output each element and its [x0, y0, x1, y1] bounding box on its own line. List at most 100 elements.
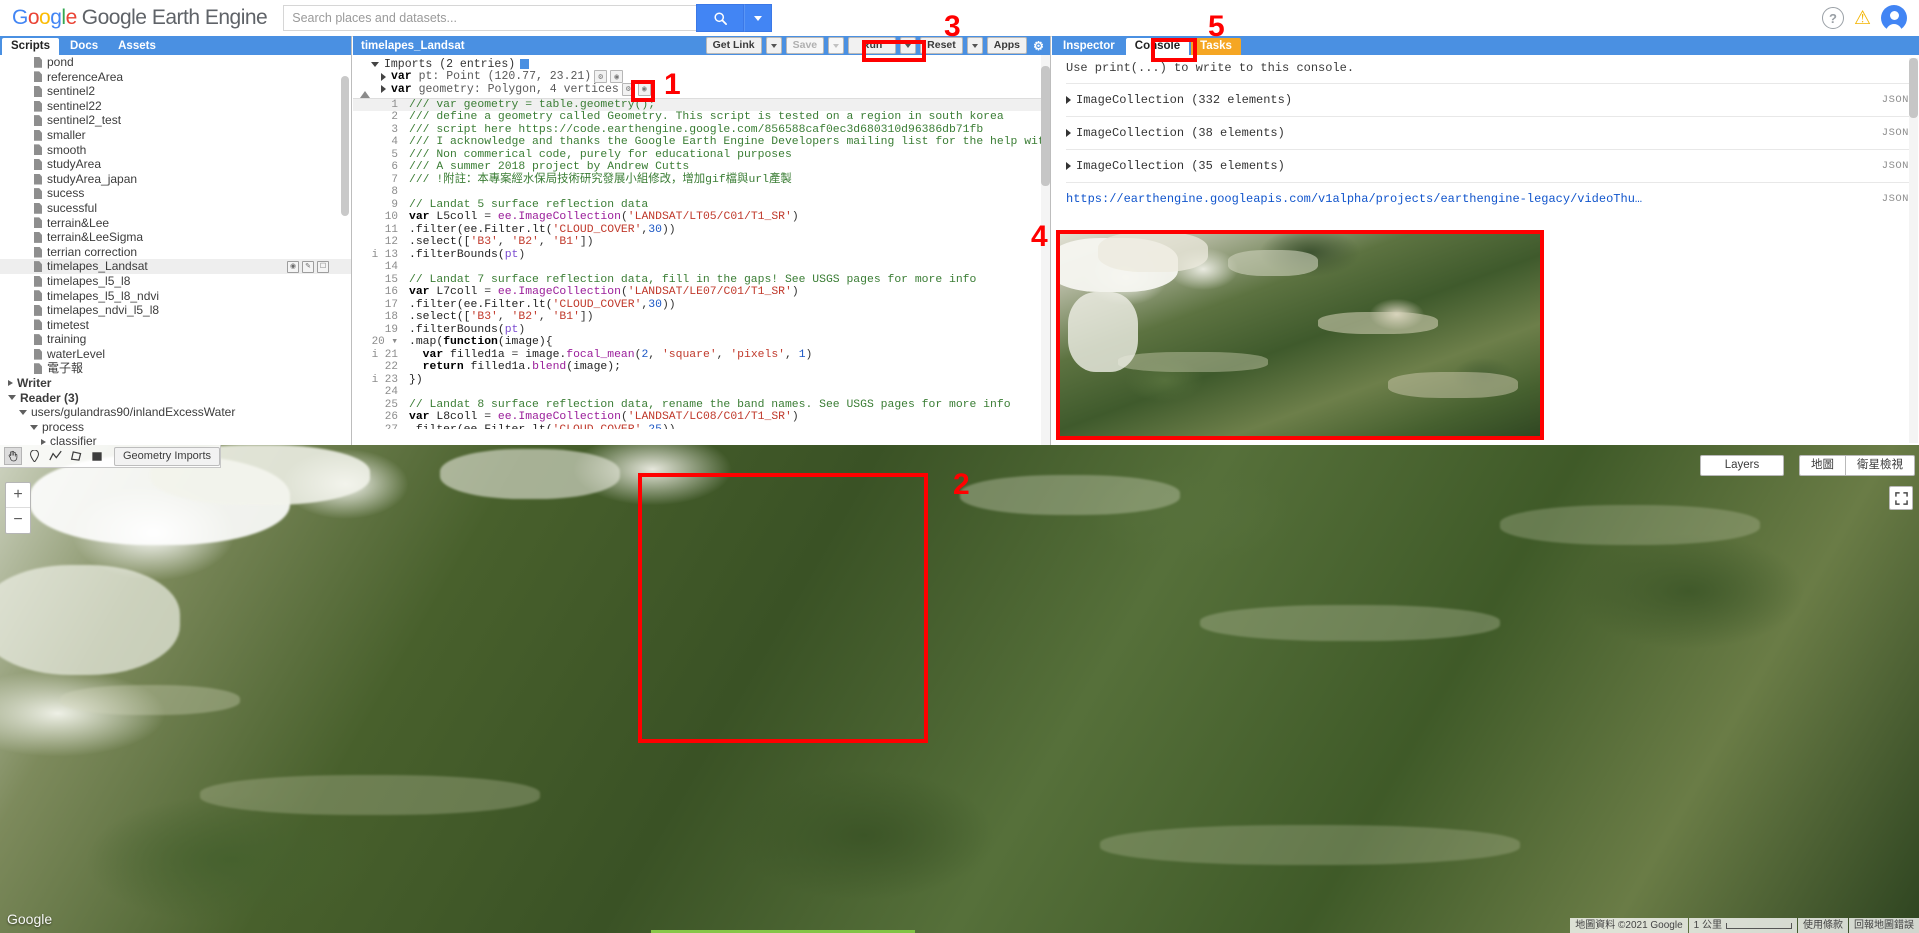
- code-line[interactable]: 24: [353, 386, 1050, 399]
- layers-button[interactable]: Layers: [1700, 455, 1784, 476]
- script-item[interactable]: studyArea: [0, 157, 351, 172]
- import-layer-icon[interactable]: ◉: [610, 70, 624, 84]
- code-line[interactable]: 4 /// I acknowledge and thanks the Google…: [353, 136, 1050, 149]
- code-line[interactable]: 15 // Landat 7 surface reflection data, f…: [353, 274, 1050, 287]
- tab-tasks[interactable]: Tasks: [1191, 38, 1241, 55]
- script-item[interactable]: pond: [0, 55, 351, 70]
- script-item[interactable]: terrain&LeeSigma: [0, 230, 351, 245]
- code-line[interactable]: 9 // Landat 5 surface reflection data: [353, 199, 1050, 212]
- geometry-import-layer-button[interactable]: ◉: [637, 82, 651, 96]
- point-marker-icon[interactable]: [25, 447, 43, 465]
- editor-scrollbar-thumb[interactable]: [1041, 66, 1050, 186]
- earth-engine-logo[interactable]: Google Google Earth Engine: [12, 6, 268, 30]
- code-line[interactable]: 10 var L5coll = ee.ImageCollection('LANDS…: [353, 211, 1050, 224]
- code-line[interactable]: 5 /// Non commerical code, purely for edu…: [353, 149, 1050, 162]
- script-item[interactable]: waterLevel: [0, 347, 351, 362]
- code-area[interactable]: 1 /// var geometry = table.geometry(); 2 //…: [353, 98, 1050, 429]
- script-item[interactable]: terrain&Lee: [0, 216, 351, 231]
- code-line[interactable]: 1 /// var geometry = table.geometry();: [353, 98, 1050, 112]
- code-line[interactable]: 22 return filled1a.blend(image);: [353, 361, 1050, 374]
- code-line[interactable]: 17 .filter(ee.Filter.lt('CLOUD_COVER',30)…: [353, 299, 1050, 312]
- tab-docs[interactable]: Docs: [61, 38, 107, 55]
- map-terms-link[interactable]: 使用條款: [1798, 918, 1848, 933]
- script-item[interactable]: sucess: [0, 186, 351, 201]
- console-row[interactable]: ImageCollection (38 elements) JSON: [1066, 116, 1909, 149]
- code-line[interactable]: 7 /// !附註：本專案經水保局技術研究發展小組修改，增加gif檔與url產製: [353, 174, 1050, 187]
- line-icon[interactable]: [46, 447, 64, 465]
- script-item[interactable]: smaller: [0, 128, 351, 143]
- script-item[interactable]: sucessful: [0, 201, 351, 216]
- import-settings-icon[interactable]: ⚙: [594, 70, 608, 84]
- script-item[interactable]: timelapes_ndvi_l5_l8: [0, 303, 351, 318]
- script-item[interactable]: smooth: [0, 143, 351, 158]
- import-entry-pt[interactable]: var pt: Point (120.77, 23.21) ⚙ ◉: [353, 70, 1050, 84]
- save-button[interactable]: Save: [785, 37, 825, 54]
- imports-header-row[interactable]: Imports (2 entries): [353, 58, 1050, 71]
- map-report-error-link[interactable]: 回報地圖錯誤: [1849, 918, 1919, 933]
- search-icon[interactable]: [696, 4, 745, 32]
- get-link-button[interactable]: Get Link: [705, 37, 762, 54]
- run-button[interactable]: Run: [848, 37, 897, 54]
- tab-assets[interactable]: Assets: [109, 38, 165, 55]
- code-line[interactable]: 11 .filter(ee.Filter.lt('CLOUD_COVER',30)…: [353, 224, 1050, 237]
- scripts-list[interactable]: pond referenceArea sentinel2 sentinel22 sent…: [0, 55, 351, 445]
- polygon-icon[interactable]: [67, 447, 85, 465]
- code-line[interactable]: 20 ▾ .map(function(image){: [353, 336, 1050, 349]
- script-item[interactable]: sentinel2: [0, 84, 351, 99]
- gear-icon[interactable]: ⚙: [1031, 38, 1046, 53]
- console-thumbnail-url[interactable]: https://earthengine.googleapis.com/v1alp…: [1066, 192, 1642, 206]
- reset-dropdown[interactable]: [966, 37, 983, 54]
- run-dropdown[interactable]: [900, 37, 917, 54]
- script-item[interactable]: timetest: [0, 318, 351, 333]
- save-dropdown[interactable]: [828, 37, 845, 54]
- console-row[interactable]: ImageCollection (332 elements) JSON: [1066, 83, 1909, 116]
- scripts-scrollbar[interactable]: [341, 76, 349, 216]
- code-line[interactable]: 16 var L7coll = ee.ImageCollection('LANDS…: [353, 286, 1050, 299]
- code-line[interactable]: 27.filter(ee.Filter.lt('CLOUD_COVER',25)…: [353, 424, 1050, 429]
- script-group-row[interactable]: Writer: [0, 376, 351, 391]
- apps-button[interactable]: Apps: [986, 37, 1027, 54]
- script-group-row[interactable]: Reader (3): [0, 391, 351, 406]
- code-line[interactable]: 12 .select(['B3', 'B2', 'B1']): [353, 236, 1050, 249]
- zoom-out-button[interactable]: −: [6, 508, 30, 532]
- import-entry-geometry[interactable]: var geometry: Polygon, 4 vertices ⚙ ◉: [353, 82, 1050, 96]
- code-line[interactable]: 25 // Landat 8 surface reflection data, r…: [353, 399, 1050, 412]
- console-json-link[interactable]: JSON: [1882, 94, 1909, 106]
- tab-scripts[interactable]: Scripts: [2, 38, 59, 55]
- code-line[interactable]: 3 /// script here https://code.earthengin…: [353, 124, 1050, 137]
- script-group-row[interactable]: classifier: [0, 434, 351, 445]
- script-group-row[interactable]: users/gulandras90/inlandExcessWater: [0, 405, 351, 420]
- console-json-link[interactable]: JSON: [1882, 193, 1909, 205]
- code-line[interactable]: 2 /// define a geometry called Geometry. …: [353, 111, 1050, 124]
- console-json-link[interactable]: JSON: [1882, 127, 1909, 139]
- zoom-in-button[interactable]: +: [6, 483, 30, 507]
- get-link-dropdown[interactable]: [765, 37, 782, 54]
- avatar[interactable]: [1881, 5, 1907, 32]
- code-line[interactable]: i 23}): [353, 374, 1050, 387]
- search-options-dropdown[interactable]: [744, 4, 773, 32]
- console-row[interactable]: ImageCollection (35 elements) JSON: [1066, 149, 1909, 182]
- help-icon[interactable]: ?: [1821, 7, 1844, 29]
- search-input[interactable]: [283, 5, 697, 31]
- code-line[interactable]: 26 var L8coll = ee.ImageCollection('LANDS…: [353, 411, 1050, 424]
- code-line[interactable]: 14: [353, 261, 1050, 274]
- map-canvas[interactable]: Google 地圖資料 ©2021 Google 1 公里 使用條款 回報地圖錯…: [0, 445, 1919, 933]
- script-share-icon[interactable]: ◉: [287, 260, 299, 273]
- script-item[interactable]: studyArea_japan: [0, 172, 351, 187]
- script-delete-icon[interactable]: ☐: [317, 260, 329, 273]
- console-thumbnail-image[interactable]: [1058, 232, 1542, 438]
- code-line[interactable]: 18 .select(['B3', 'B2', 'B1']): [353, 311, 1050, 324]
- script-item[interactable]: timelapes_l5_l8_ndvi: [0, 289, 351, 304]
- console-json-link[interactable]: JSON: [1882, 160, 1909, 172]
- tab-inspector[interactable]: Inspector: [1054, 38, 1124, 55]
- warning-icon[interactable]: ⚠: [1854, 9, 1871, 28]
- script-item[interactable]: referenceArea: [0, 70, 351, 85]
- hand-icon[interactable]: [4, 447, 22, 465]
- console-scrollbar-thumb[interactable]: [1909, 58, 1918, 118]
- import-settings-icon[interactable]: ⚙: [621, 82, 635, 96]
- script-rename-icon[interactable]: ✎: [302, 260, 314, 273]
- reset-button[interactable]: Reset: [920, 37, 963, 54]
- geometry-imports-button[interactable]: Geometry Imports: [114, 446, 221, 466]
- script-item[interactable]: sentinel22: [0, 99, 351, 114]
- basemap-satellite-button[interactable]: 衛星檢視: [1845, 455, 1915, 476]
